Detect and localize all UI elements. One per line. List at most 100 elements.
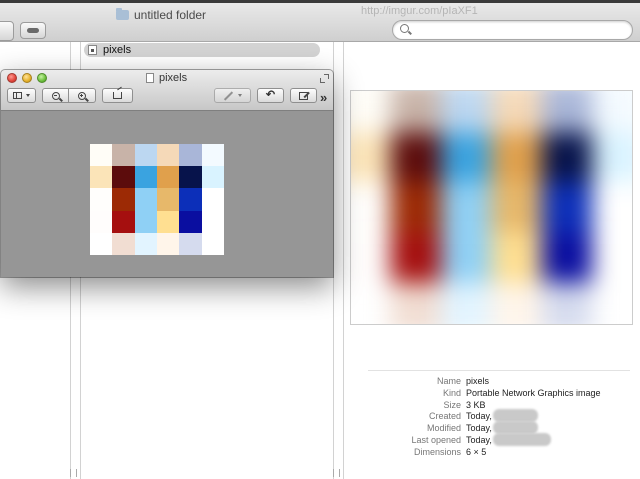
image-canvas — [90, 144, 224, 255]
edit-button[interactable] — [290, 88, 317, 103]
image-pixel — [201, 144, 224, 167]
window-title: untitled folder http://imgur.com/pIaXF1 — [116, 5, 478, 23]
image-pixel — [179, 232, 202, 255]
image-pixel — [157, 210, 180, 233]
info-key: Name — [436, 376, 461, 386]
info-row: Name pixels — [350, 375, 640, 387]
preview-title: pixels — [146, 72, 187, 84]
info-value: Today, — [466, 411, 492, 422]
image-pixel — [90, 188, 113, 211]
zoom-out-icon — [51, 91, 60, 100]
search-input[interactable] — [392, 20, 633, 40]
image-pixel — [112, 210, 135, 233]
toolbar-overflow-button[interactable]: » — [320, 90, 327, 105]
image-pixel — [134, 144, 157, 167]
image-pixel — [157, 166, 180, 189]
image-pixel — [351, 91, 391, 133]
info-value: 3 KB — [466, 399, 486, 410]
image-pixel — [491, 182, 543, 233]
image-pixel — [440, 182, 492, 233]
edit-icon — [299, 91, 308, 100]
image-pixel — [351, 132, 391, 183]
info-value: 6 × 5 — [466, 446, 487, 457]
info-value: Portable Network Graphics image — [466, 387, 601, 398]
image-pixel — [592, 132, 632, 183]
info-value: Today, — [466, 434, 492, 445]
image-pixel — [440, 132, 492, 183]
info-value: Today, — [466, 423, 492, 434]
finder-toolbar: untitled folder http://imgur.com/pIaXF1 — [0, 3, 640, 42]
image-pixel — [542, 282, 593, 324]
info-row: Kind Portable Network Graphics image — [350, 387, 640, 399]
sidebar-icon — [13, 92, 22, 99]
search-icon — [400, 24, 409, 33]
image-pixel — [157, 188, 180, 211]
zoom-in-button[interactable] — [68, 88, 96, 103]
image-pixel — [592, 182, 632, 233]
close-button[interactable] — [7, 73, 17, 83]
image-pixel — [134, 166, 157, 189]
image-pixel — [390, 132, 441, 183]
column-resize-handle[interactable] — [333, 469, 340, 477]
image-pixel — [390, 182, 441, 233]
info-row: Dimensions 6 × 5 — [350, 446, 640, 458]
minimize-button[interactable] — [22, 73, 32, 83]
image-pixel — [592, 282, 632, 324]
info-key: Modified — [426, 423, 461, 434]
image-pixel — [491, 232, 543, 283]
share-icon — [113, 92, 122, 99]
redaction — [493, 433, 551, 446]
preview-window[interactable]: pixels ↶ » — [1, 70, 333, 277]
pen-icon — [223, 90, 234, 101]
image-pixel — [179, 144, 202, 167]
column-resize-handle[interactable] — [70, 469, 77, 477]
image-pixel — [179, 210, 202, 233]
image-pixel — [542, 232, 593, 283]
image-pixel — [201, 188, 224, 211]
info-row: Size 3 KB — [350, 399, 640, 411]
chevron-down-icon — [26, 94, 30, 97]
image-pixel — [351, 182, 391, 233]
annotate-button[interactable] — [214, 88, 251, 103]
zoom-in-icon — [78, 91, 86, 100]
share-button[interactable] — [102, 88, 133, 103]
image-pixel — [542, 132, 593, 183]
file-row-selected[interactable]: pixels — [84, 43, 320, 57]
fullscreen-icon[interactable] — [320, 74, 329, 83]
image-pixel — [390, 232, 441, 283]
image-pixel — [90, 210, 113, 233]
image-pixel — [201, 210, 224, 233]
image-pixel — [491, 132, 543, 183]
image-pixel — [179, 188, 202, 211]
preview-titlebar[interactable]: pixels ↶ » — [1, 70, 333, 111]
info-key: Created — [428, 411, 461, 422]
toggle-button[interactable] — [20, 22, 46, 39]
image-pixel — [351, 232, 391, 283]
image-pixel — [157, 144, 180, 167]
rotate-button[interactable]: ↶ — [257, 88, 284, 103]
image-pixel — [440, 282, 492, 324]
image-pixel — [201, 232, 224, 255]
image-pixel — [542, 182, 593, 233]
image-pixel — [134, 232, 157, 255]
image-pixel — [134, 188, 157, 211]
zoom-button[interactable] — [37, 73, 47, 83]
zoom-out-button[interactable] — [42, 88, 69, 103]
sidebar-button[interactable] — [7, 88, 36, 103]
rotate-icon: ↶ — [265, 89, 276, 101]
info-key: Dimensions — [413, 446, 461, 457]
image-pixel — [592, 91, 632, 133]
image-file-icon — [88, 45, 97, 55]
document-icon — [146, 73, 154, 83]
toolbar-button[interactable] — [0, 21, 14, 41]
image-pixel — [112, 144, 135, 167]
folder-title-label: untitled folder — [134, 8, 207, 22]
image-pixel — [592, 232, 632, 283]
image-pixel — [440, 91, 492, 133]
image-pixel — [90, 144, 113, 167]
image-pixel — [157, 232, 180, 255]
column-image-preview — [350, 90, 633, 325]
image-pixel — [542, 91, 593, 133]
image-pixel — [440, 232, 492, 283]
image-pixel — [134, 210, 157, 233]
